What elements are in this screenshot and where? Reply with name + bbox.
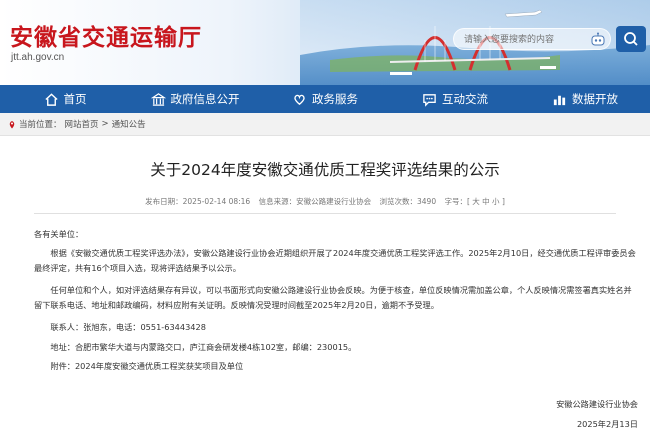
search-button[interactable] xyxy=(616,26,646,52)
signature-org: 安徽公路建设行业协会 xyxy=(556,399,638,409)
article-title: 关于2024年度安徽交通优质工程奖评选结果的公示 xyxy=(150,161,500,179)
search-input[interactable] xyxy=(464,32,579,47)
article-meta: 发布日期：2025-02-14 08:16 信息来源：安徽公路建设行业协会 浏览… xyxy=(0,196,650,207)
salutation: 各有关单位： xyxy=(34,229,84,239)
title-divider xyxy=(34,213,616,214)
building-icon xyxy=(150,92,166,106)
site-domain: jtt.ah.gov.cn xyxy=(11,52,65,63)
signature-date: 2025年2月13日 xyxy=(576,419,638,429)
nav-label: 政府信息公开 xyxy=(170,92,240,106)
nav-gov-info[interactable]: 政府信息公开 xyxy=(130,85,260,113)
search-icon xyxy=(624,32,638,46)
breadcrumb-separator: > xyxy=(101,119,109,129)
nav-label: 首页 xyxy=(63,92,87,106)
address-line: 地址：合肥市繁华大道与内蒙路交口，庐江商会研发楼4栋102室，邮编：230015… xyxy=(50,342,357,352)
nav-label: 政务服务 xyxy=(312,92,358,106)
font-size-switcher[interactable]: 字号：[ 大 中 小 ] xyxy=(444,197,504,206)
breadcrumb-prefix: 当前位置： xyxy=(19,120,62,130)
nav-home[interactable]: 首页 xyxy=(0,85,130,113)
site-title[interactable]: 安徽省交通运输厅 xyxy=(10,18,202,52)
nav-label: 数据开放 xyxy=(572,92,618,106)
breadcrumb: 当前位置： 网站首页 > 通知公告 xyxy=(0,113,650,136)
nav-interaction[interactable]: 互动交流 xyxy=(390,85,520,113)
nav-open-data[interactable]: 数据开放 xyxy=(520,85,650,113)
breadcrumb-home-link[interactable]: 网站首页 xyxy=(65,118,99,130)
nav-label: 互动交流 xyxy=(442,92,488,106)
view-count: 浏览次数：3490 xyxy=(379,197,437,206)
paragraph-2: 任何单位和个人，如对评选结果存有异议，可以书面形式向安徽公路建设行业协会反映。为… xyxy=(34,285,632,310)
paragraph-1: 根据《安徽交通优质工程奖评选办法》，安徽公路建设行业协会近期组织开展了2024年… xyxy=(34,248,636,273)
home-icon xyxy=(44,92,58,106)
location-pin-icon xyxy=(9,120,15,128)
publish-date: 发布日期：2025-02-14 08:16 xyxy=(145,197,251,206)
breadcrumb-current-link[interactable]: 通知公告 xyxy=(112,118,146,130)
contact-line: 联系人：张旭东，电话：0551-63443428 xyxy=(50,322,206,332)
bar-chart-icon xyxy=(553,95,566,105)
heart-hands-icon xyxy=(294,94,305,105)
search-box xyxy=(453,28,611,50)
attachment-link[interactable]: 附件：2024年度安徽交通优质工程奖获奖项目及单位 xyxy=(34,359,639,374)
robot-assistant-icon[interactable] xyxy=(590,32,606,47)
chat-icon xyxy=(423,93,436,107)
nav-services[interactable]: 政务服务 xyxy=(260,85,390,113)
info-source: 信息来源：安徽公路建设行业协会 xyxy=(258,197,372,206)
header-banner: 安徽省交通运输厅 jtt.ah.gov.cn xyxy=(0,0,650,85)
main-nav: 首页 政府信息公开 政务服务 互动交流 数据开放 xyxy=(0,85,650,113)
